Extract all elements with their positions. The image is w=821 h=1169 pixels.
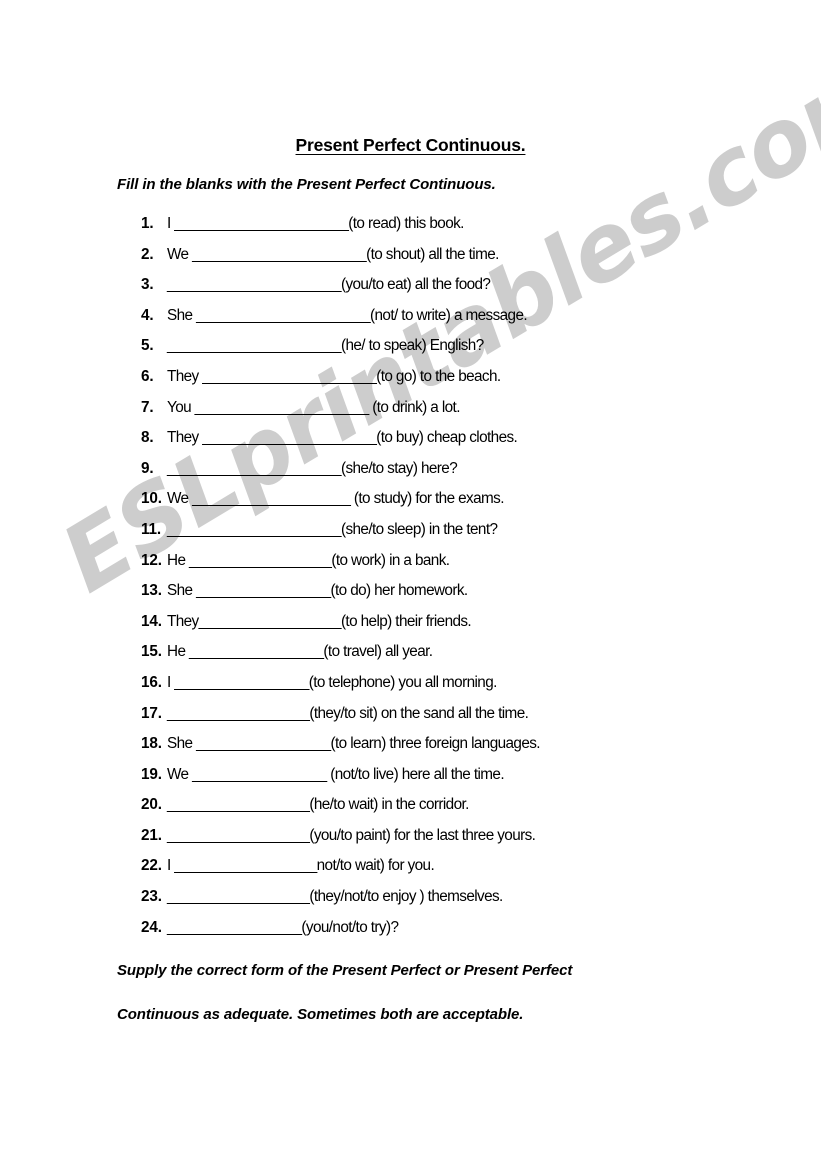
exercise-text: __________________(they/to sit) on the s…: [167, 704, 529, 722]
exercise-text: He _________________(to travel) all year…: [167, 643, 433, 661]
exercise-item: 10. We ____________________ (to study) fo…: [141, 488, 801, 519]
exercise-item: 15. He _________________(to travel) all y…: [141, 641, 801, 672]
exercise-number: 1.: [141, 215, 154, 232]
exercise-text: ______________________(he/ to speak) Eng…: [167, 337, 484, 355]
exercise-item: 19. We _________________ (not/to live) he…: [141, 764, 801, 795]
exercise-text: They ______________________(to go) to th…: [167, 367, 501, 385]
exercise-text: They ______________________(to buy) chea…: [167, 429, 518, 447]
exercise-item: 9. ______________________(she/to stay) he…: [141, 458, 801, 489]
exercise-list: 1. I ______________________(to read) this…: [141, 213, 801, 947]
exercise-item: 5. ______________________(he/ to speak) E…: [141, 335, 801, 366]
exercise-number: 13.: [141, 582, 162, 600]
exercise-text: ______________________(you/to eat) all t…: [167, 276, 491, 294]
exercise-number: 4.: [141, 306, 154, 324]
exercise-number: 18.: [141, 735, 162, 753]
exercise-number: 24.: [141, 918, 162, 936]
exercise-text: I __________________not/to wait) for you…: [167, 857, 435, 875]
exercise-number: 3.: [141, 276, 154, 294]
exercise-item: 7. You ______________________ (to drink) …: [141, 397, 801, 428]
exercise-item: 23. __________________(they/not/to enjoy …: [141, 886, 801, 917]
exercise-text: I _________________(to telephone) you al…: [167, 673, 497, 691]
exercise-number: 23.: [141, 888, 162, 906]
exercise-text: She _________________(to learn) three fo…: [167, 735, 541, 753]
exercise-number: 7.: [141, 398, 154, 416]
exercise-number: 12.: [141, 551, 162, 569]
exercise-item: 4. She ______________________(not/ to wri…: [141, 305, 801, 336]
exercise-text: He __________________(to work) in a bank…: [167, 551, 450, 569]
exercise-text: She ______________________(not/ to write…: [167, 306, 528, 324]
exercise-number: 15.: [141, 643, 162, 661]
exercise-text: ______________________(she/to stay) here…: [167, 459, 458, 477]
exercise-text: They__________________(to help) their fr…: [167, 612, 472, 630]
exercise-item: 14. They__________________(to help) their…: [141, 611, 801, 642]
exercise-number: 11.: [141, 520, 161, 538]
exercise-item: 8. They ______________________(to buy) ch…: [141, 427, 801, 458]
exercise-number: 9.: [141, 459, 154, 477]
exercise-item: 13. She _________________(to do) her home…: [141, 580, 801, 611]
exercise-text: __________________(they/not/to enjoy ) t…: [167, 888, 503, 906]
page-title-text: Present Perfect Continuous.: [295, 135, 526, 155]
exercise-number: 2.: [141, 245, 154, 263]
exercise-number: 16.: [141, 673, 162, 691]
exercise-text: I ______________________(to read) this b…: [167, 215, 464, 232]
exercise-item: 20. __________________(he/to wait) in the…: [141, 794, 801, 825]
exercise-number: 21.: [141, 826, 162, 844]
exercise-number: 22.: [141, 857, 162, 875]
exercise-text: ______________________(she/to sleep) in …: [167, 520, 498, 538]
exercise-number: 10.: [141, 490, 162, 508]
instruction-bottom-line-1: Supply the correct form of the Present P…: [117, 962, 573, 979]
exercise-text: __________________(you/to paint) for the…: [167, 826, 536, 844]
exercise-text: We _________________ (not/to live) here …: [167, 765, 505, 783]
exercise-text: She _________________(to do) her homewor…: [167, 582, 468, 600]
exercise-item: 17. __________________(they/to sit) on th…: [141, 703, 801, 734]
worksheet-page: ESLprintables.com Present Perfect Contin…: [0, 0, 821, 1169]
exercise-text: We ____________________ (to study) for t…: [167, 490, 504, 508]
exercise-item: 24. _________________(you/not/to try)?: [141, 917, 801, 948]
exercise-number: 19.: [141, 765, 162, 783]
exercise-item: 12. He __________________(to work) in a b…: [141, 550, 801, 581]
exercise-text: _________________(you/not/to try)?: [167, 918, 399, 936]
exercise-item: 1. I ______________________(to read) this…: [141, 213, 801, 244]
exercise-number: 20.: [141, 796, 162, 814]
exercise-item: 16. I _________________(to telephone) you…: [141, 672, 801, 703]
page-title: Present Perfect Continuous.: [0, 135, 821, 156]
instruction-bottom-line-2: Continuous as adequate. Sometimes both a…: [117, 1006, 524, 1023]
exercise-item: 6. They ______________________(to go) to …: [141, 366, 801, 397]
exercise-text: __________________(he/to wait) in the co…: [167, 796, 469, 814]
exercise-number: 14.: [141, 612, 162, 630]
exercise-item: 18. She _________________(to learn) three…: [141, 733, 801, 764]
exercise-text: We ______________________(to shout) all …: [167, 245, 499, 263]
exercise-item: 21. __________________(you/to paint) for …: [141, 825, 801, 856]
instruction-bottom: Supply the correct form of the Present P…: [117, 962, 757, 1050]
exercise-number: 8.: [141, 429, 154, 447]
exercise-item: 22. I __________________not/to wait) for …: [141, 855, 801, 886]
exercise-number: 5.: [141, 337, 154, 355]
exercise-number: 17.: [141, 704, 162, 722]
instruction-top: Fill in the blanks with the Present Perf…: [117, 176, 496, 193]
worksheet-content: Present Perfect Continuous. Fill in the …: [0, 0, 821, 1169]
exercise-number: 6.: [141, 367, 154, 385]
exercise-item: 3. ______________________(you/to eat) all…: [141, 274, 801, 305]
exercise-text: You ______________________ (to drink) a …: [167, 398, 460, 416]
exercise-item: 2. We ______________________(to shout) al…: [141, 244, 801, 275]
exercise-item: 11. ______________________(she/to sleep) …: [141, 519, 801, 550]
